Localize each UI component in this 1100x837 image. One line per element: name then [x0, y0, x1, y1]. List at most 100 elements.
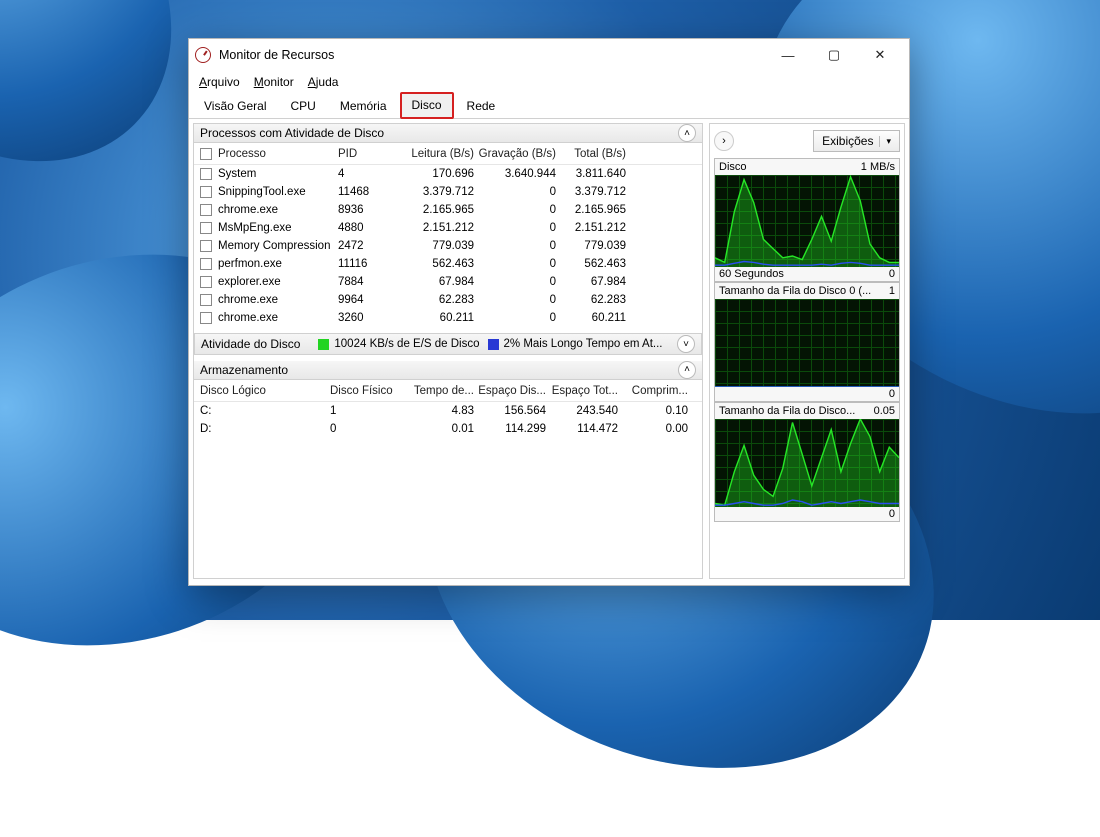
chevron-up-icon[interactable]: ˄	[678, 124, 696, 142]
table-row[interactable]: Memory Compression2472779.0390779.039	[194, 237, 702, 255]
minimize-button[interactable]: —	[765, 39, 811, 71]
chart-footer-right: 0	[889, 508, 895, 520]
chart-scale: 1 MB/s	[861, 161, 895, 173]
row-checkbox[interactable]	[200, 168, 212, 180]
cell-write: 0	[474, 204, 556, 216]
disk-activity-metric-time: 2% Mais Longo Tempo em At...	[504, 338, 677, 350]
chart-title: Disco	[719, 161, 747, 173]
cell-read: 2.165.965	[396, 204, 474, 216]
cell-pid: 4880	[338, 222, 396, 234]
cell-write: 0	[474, 222, 556, 234]
col-write[interactable]: Gravação (B/s)	[474, 148, 556, 160]
cell-total: 562.463	[556, 258, 626, 270]
chart-footer-right: 0	[889, 268, 895, 280]
storage-table-header[interactable]: Disco Lógico Disco Físico Tempo de... Es…	[194, 380, 702, 402]
menu-file[interactable]: Arquivo	[199, 75, 240, 89]
select-all-checkbox[interactable]	[200, 148, 212, 160]
col-active-time[interactable]: Tempo de...	[402, 385, 474, 397]
table-row[interactable]: explorer.exe788467.984067.984	[194, 273, 702, 291]
row-checkbox[interactable]	[200, 294, 212, 306]
cell-process: Memory Compression	[218, 240, 338, 252]
row-checkbox[interactable]	[200, 276, 212, 288]
processes-panel-header[interactable]: Processos com Atividade de Disco ˄	[194, 124, 702, 143]
col-pid[interactable]: PID	[338, 148, 396, 160]
cell-total: 2.165.965	[556, 204, 626, 216]
titlebar[interactable]: Monitor de Recursos — ▢ ✕	[189, 39, 909, 71]
perf-chart: Disco1 MB/s60 Segundos0	[714, 158, 900, 282]
disk-activity-title: Atividade do Disco	[201, 337, 300, 351]
cell-pid: 9964	[338, 294, 396, 306]
cell-read: 3.379.712	[396, 186, 474, 198]
cell-read: 2.151.212	[396, 222, 474, 234]
chevron-up-icon[interactable]: ˄	[678, 361, 696, 379]
tab-disk[interactable]: Disco	[400, 92, 454, 119]
cell-process: MsMpEng.exe	[218, 222, 338, 234]
cell-total: 62.283	[556, 294, 626, 306]
row-checkbox[interactable]	[200, 222, 212, 234]
col-physical-disk[interactable]: Disco Físico	[330, 385, 402, 397]
tab-overview[interactable]: Visão Geral	[193, 94, 277, 118]
storage-panel-header[interactable]: Armazenamento ˄	[194, 361, 702, 380]
storage-panel-title: Armazenamento	[200, 363, 678, 377]
menu-help[interactable]: Ajuda	[308, 75, 339, 89]
cell-write: 0	[474, 240, 556, 252]
table-row[interactable]: D:00.01114.299114.4720.00	[194, 420, 702, 438]
table-row[interactable]: chrome.exe996462.283062.283	[194, 291, 702, 309]
cell-read: 170.696	[396, 168, 474, 180]
table-row[interactable]: perfmon.exe11116562.4630562.463	[194, 255, 702, 273]
cell-process: chrome.exe	[218, 312, 338, 324]
cell-time: 4.83	[402, 405, 474, 417]
row-checkbox[interactable]	[200, 258, 212, 270]
table-row[interactable]: SnippingTool.exe114683.379.71203.379.712	[194, 183, 702, 201]
views-dropdown[interactable]: Exibições ▾	[813, 130, 900, 152]
cell-pid: 2472	[338, 240, 396, 252]
col-process[interactable]: Processo	[218, 148, 338, 160]
col-read[interactable]: Leitura (B/s)	[396, 148, 474, 160]
cell-write: 0	[474, 312, 556, 324]
tab-network[interactable]: Rede	[456, 94, 507, 118]
cell-total: 60.211	[556, 312, 626, 324]
table-row[interactable]: chrome.exe326060.211060.211	[194, 309, 702, 327]
scroll-left-icon[interactable]: ›	[714, 131, 734, 151]
row-checkbox[interactable]	[200, 204, 212, 216]
tab-bar: Visão Geral CPU Memória Disco Rede	[189, 93, 909, 119]
disk-activity-panel-header[interactable]: Atividade do Disco 10024 KB/s de E/S de …	[194, 333, 702, 354]
table-row[interactable]: chrome.exe89362.165.96502.165.965	[194, 201, 702, 219]
col-logical-disk[interactable]: Disco Lógico	[200, 385, 330, 397]
cell-write: 3.640.944	[474, 168, 556, 180]
cell-physical: 0	[330, 423, 402, 435]
menu-monitor[interactable]: Monitor	[254, 75, 294, 89]
tab-cpu[interactable]: CPU	[279, 94, 326, 118]
cell-avail: 114.299	[474, 423, 546, 435]
processes-panel-title: Processos com Atividade de Disco	[200, 126, 678, 140]
col-avail-space[interactable]: Espaço Dis...	[474, 385, 546, 397]
cell-queue: 0.00	[618, 423, 688, 435]
cell-read: 779.039	[396, 240, 474, 252]
close-button[interactable]: ✕	[857, 39, 903, 71]
cell-read: 67.984	[396, 276, 474, 288]
maximize-button[interactable]: ▢	[811, 39, 857, 71]
col-total-space[interactable]: Espaço Tot...	[546, 385, 618, 397]
processes-table-header[interactable]: Processo PID Leitura (B/s) Gravação (B/s…	[194, 143, 702, 165]
cell-process: chrome.exe	[218, 294, 338, 306]
row-checkbox[interactable]	[200, 240, 212, 252]
cell-write: 0	[474, 258, 556, 270]
cell-total: 3.379.712	[556, 186, 626, 198]
chart-footer-right: 0	[889, 388, 895, 400]
table-row[interactable]: MsMpEng.exe48802.151.21202.151.212	[194, 219, 702, 237]
tab-memory[interactable]: Memória	[329, 94, 398, 118]
cell-process: chrome.exe	[218, 204, 338, 216]
row-checkbox[interactable]	[200, 186, 212, 198]
row-checkbox[interactable]	[200, 312, 212, 324]
cell-total: 114.472	[546, 423, 618, 435]
cell-total: 243.540	[546, 405, 618, 417]
chevron-down-icon: ▾	[879, 136, 891, 147]
chart-scale: 0.05	[874, 405, 895, 417]
col-total[interactable]: Total (B/s)	[556, 148, 626, 160]
cell-logical: C:	[200, 405, 330, 417]
cell-total: 3.811.640	[556, 168, 626, 180]
chevron-down-icon[interactable]: ˅	[677, 335, 695, 353]
table-row[interactable]: C:14.83156.564243.5400.10	[194, 402, 702, 420]
table-row[interactable]: System4170.6963.640.9443.811.640	[194, 165, 702, 183]
col-queue-length[interactable]: Comprim...	[618, 385, 688, 397]
